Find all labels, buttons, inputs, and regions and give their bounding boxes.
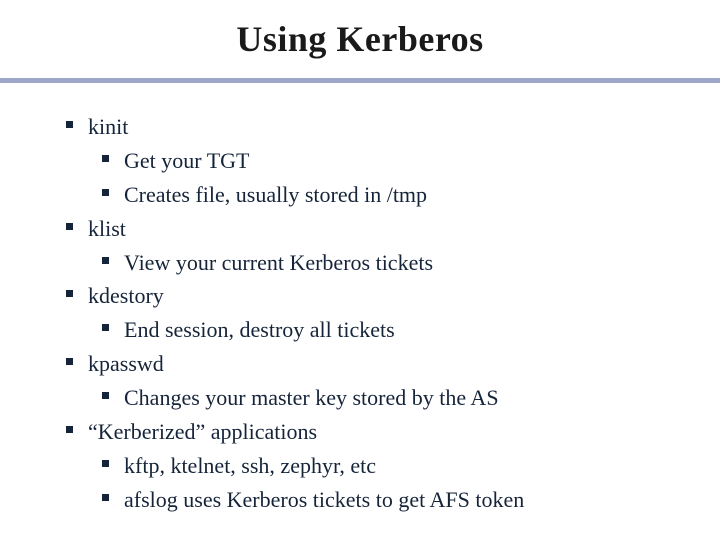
slide: Using Kerberos kinit Get your TGT Create… xyxy=(0,0,720,540)
list-item: kdestory xyxy=(88,280,650,312)
list-subitem: kftp, ktelnet, ssh, zephyr, etc xyxy=(88,450,650,482)
square-bullet-icon xyxy=(102,494,109,501)
square-bullet-icon xyxy=(66,426,73,433)
square-bullet-icon xyxy=(102,257,109,264)
list-subitem: End session, destroy all tickets xyxy=(88,314,650,346)
list-item: kpasswd xyxy=(88,348,650,380)
square-bullet-icon xyxy=(66,358,73,365)
square-bullet-icon xyxy=(102,392,109,399)
list-subitem-label: Creates file, usually stored in /tmp xyxy=(124,182,427,207)
square-bullet-icon xyxy=(66,121,73,128)
slide-title: Using Kerberos xyxy=(0,0,720,78)
list-subitem: afslog uses Kerberos tickets to get AFS … xyxy=(88,484,650,516)
square-bullet-icon xyxy=(66,223,73,230)
list-item-label: kinit xyxy=(88,114,128,139)
square-bullet-icon xyxy=(102,189,109,196)
list-subitem-label: View your current Kerberos tickets xyxy=(124,250,433,275)
list-subitem-label: Get your TGT xyxy=(124,148,249,173)
list-subitem: View your current Kerberos tickets xyxy=(88,247,650,279)
list-item: klist xyxy=(88,213,650,245)
square-bullet-icon xyxy=(66,290,73,297)
list-item-label: kdestory xyxy=(88,283,164,308)
list-item: “Kerberized” applications xyxy=(88,416,650,448)
content: kinit Get your TGT Creates file, usually… xyxy=(0,83,720,516)
square-bullet-icon xyxy=(102,324,109,331)
list-item-label: “Kerberized” applications xyxy=(88,419,317,444)
list-item-label: klist xyxy=(88,216,126,241)
list-subitem: Get your TGT xyxy=(88,145,650,177)
list-item-label: kpasswd xyxy=(88,351,164,376)
list-item: kinit xyxy=(88,111,650,143)
list-subitem-label: Changes your master key stored by the AS xyxy=(124,385,499,410)
list-subitem-label: kftp, ktelnet, ssh, zephyr, etc xyxy=(124,453,376,478)
list-subitem: Creates file, usually stored in /tmp xyxy=(88,179,650,211)
square-bullet-icon xyxy=(102,155,109,162)
list-subitem-label: afslog uses Kerberos tickets to get AFS … xyxy=(124,487,524,512)
list-subitem: Changes your master key stored by the AS xyxy=(88,382,650,414)
square-bullet-icon xyxy=(102,460,109,467)
list-subitem-label: End session, destroy all tickets xyxy=(124,317,395,342)
